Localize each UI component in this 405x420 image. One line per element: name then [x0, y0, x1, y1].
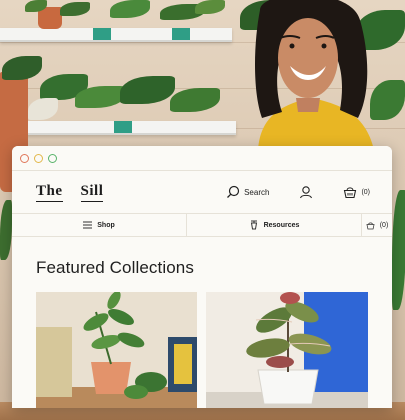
logo-word-1: The — [36, 183, 63, 202]
logo-word-2: Sill — [80, 183, 104, 202]
nav-item-resources[interactable]: Resources — [187, 214, 362, 236]
shelf-top — [0, 28, 232, 42]
window-titlebar — [12, 146, 392, 171]
nav-item-shop[interactable]: Shop — [12, 214, 187, 236]
site-logo[interactable]: The Sill — [36, 183, 104, 202]
account-button[interactable] — [299, 185, 313, 199]
site-header: The Sill Search (0) — [12, 171, 392, 213]
collection-card-2[interactable] — [206, 292, 368, 408]
potted-plant-image — [36, 292, 197, 408]
user-icon — [300, 186, 313, 199]
basket-icon — [366, 221, 375, 229]
nav-cart[interactable]: (0) — [362, 214, 392, 236]
search-button[interactable]: Search — [226, 185, 269, 199]
main-nav: Shop Resources (0) — [12, 213, 392, 237]
cart-button[interactable]: (0) — [343, 185, 370, 199]
section-title: Featured Collections — [36, 258, 194, 277]
nav-cart-count: (0) — [379, 221, 389, 229]
nav-resources-label: Resources — [263, 221, 300, 229]
close-dot[interactable] — [20, 153, 29, 163]
cart-count: (0) — [361, 188, 370, 196]
maximize-dot[interactable] — [48, 153, 57, 163]
plant-pot-icon — [250, 220, 257, 230]
collection-card-1[interactable] — [36, 292, 197, 408]
shelf-middle — [26, 121, 236, 135]
smiling-person-photo — [255, 0, 374, 150]
menu-icon — [83, 221, 93, 229]
nav-shop-label: Shop — [97, 221, 115, 229]
search-icon — [227, 185, 240, 198]
search-label: Search — [244, 187, 270, 197]
minimize-dot[interactable] — [34, 153, 43, 163]
browser-window: The Sill Search (0) Shop Resources (0) F… — [12, 146, 392, 408]
basket-icon — [344, 187, 357, 199]
rubber-plant-image — [206, 292, 368, 408]
